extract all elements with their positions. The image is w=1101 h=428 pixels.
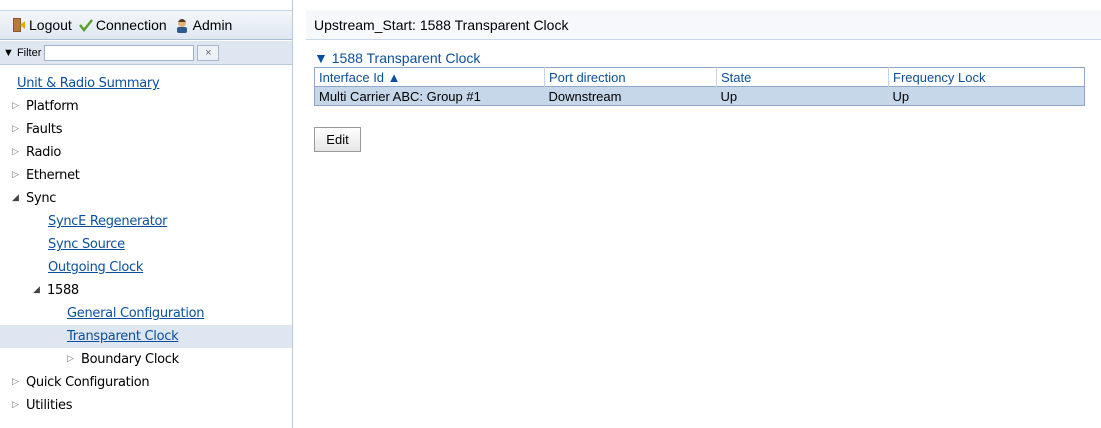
edit-button[interactable]: Edit bbox=[314, 127, 361, 152]
tree-item-transparent-clock[interactable]: Transparent Clock bbox=[0, 325, 292, 348]
tree-item-boundary-clock[interactable]: ▷ Boundary Clock bbox=[0, 348, 292, 371]
tree-link-unit-radio-summary[interactable]: Unit & Radio Summary bbox=[17, 76, 160, 91]
tree-label-platform: Platform bbox=[26, 99, 79, 114]
cell-port-direction: Downstream bbox=[544, 86, 717, 106]
tree-item-ethernet[interactable]: ▷ Ethernet bbox=[0, 164, 292, 187]
filter-toggle[interactable]: ▼ Filter bbox=[3, 47, 41, 59]
collapse-triangle-icon[interactable]: ◢ bbox=[12, 187, 19, 210]
cell-frequency-lock: Up bbox=[888, 86, 1085, 106]
tree-item-general-configuration[interactable]: General Configuration bbox=[0, 302, 292, 325]
tree-label-quick-configuration: Quick Configuration bbox=[26, 375, 150, 390]
tree-item-sync-source[interactable]: Sync Source bbox=[0, 233, 292, 256]
table-header-row: Interface Id ▲ Port direction State Freq… bbox=[314, 67, 1085, 87]
navigation-tree: Unit & Radio Summary ▷ Platform ▷ Faults ▷… bbox=[0, 72, 292, 417]
tree-label-faults: Faults bbox=[26, 122, 63, 137]
tree-label-utilities: Utilities bbox=[26, 398, 73, 413]
expand-triangle-icon[interactable]: ▷ bbox=[12, 164, 19, 187]
admin-label: Admin bbox=[192, 17, 233, 33]
admin-user-icon bbox=[176, 19, 187, 33]
tree-item-quick-configuration[interactable]: ▷ Quick Configuration bbox=[0, 371, 292, 394]
column-header-frequency-lock[interactable]: Frequency Lock bbox=[888, 67, 1085, 87]
tree-link-outgoing-clock[interactable]: Outgoing Clock bbox=[48, 260, 143, 275]
tree-item-outgoing-clock[interactable]: Outgoing Clock bbox=[0, 256, 292, 279]
logout-label: Logout bbox=[29, 17, 72, 33]
expand-triangle-icon[interactable]: ▷ bbox=[12, 141, 19, 164]
tree-item-utilities[interactable]: ▷ Utilities bbox=[0, 394, 292, 417]
expand-triangle-icon[interactable]: ▷ bbox=[12, 118, 19, 141]
column-header-port-direction[interactable]: Port direction bbox=[544, 67, 717, 87]
tree-link-sync-source[interactable]: Sync Source bbox=[48, 237, 125, 252]
page-title-bar: Upstream_Start: 1588 Transparent Clock bbox=[306, 10, 1101, 40]
tree-item-synce-regenerator[interactable]: SyncE Regenerator bbox=[0, 210, 292, 233]
connection-label: Connection bbox=[95, 17, 167, 33]
tree-link-general-configuration[interactable]: General Configuration bbox=[67, 306, 205, 321]
admin-button[interactable]: Admin bbox=[174, 17, 233, 33]
cell-interface-id: Multi Carrier ABC: Group #1 bbox=[314, 86, 545, 106]
expand-triangle-icon[interactable]: ▷ bbox=[12, 95, 19, 118]
expand-triangle-icon[interactable]: ▷ bbox=[12, 394, 19, 417]
tree-label-ethernet: Ethernet bbox=[26, 168, 80, 183]
table-row[interactable]: Multi Carrier ABC: Group #1 Downstream U… bbox=[314, 86, 1085, 106]
tree-item-faults[interactable]: ▷ Faults bbox=[0, 118, 292, 141]
tree-item-1588[interactable]: ◢ 1588 bbox=[0, 279, 292, 302]
tree-item-sync[interactable]: ◢ Sync bbox=[0, 187, 292, 210]
collapse-triangle-icon[interactable]: ◢ bbox=[33, 279, 40, 302]
connection-button[interactable]: Connection bbox=[78, 17, 167, 33]
filter-bar: ▼ Filter × bbox=[0, 41, 292, 65]
transparent-clock-table: Interface Id ▲ Port direction State Freq… bbox=[314, 67, 1085, 106]
tree-item-radio[interactable]: ▷ Radio bbox=[0, 141, 292, 164]
section-header-transparent-clock[interactable]: ▼ 1588 Transparent Clock bbox=[314, 50, 480, 66]
filter-input[interactable] bbox=[44, 44, 195, 61]
logout-icon bbox=[13, 18, 25, 32]
expand-triangle-icon[interactable]: ▷ bbox=[67, 348, 74, 371]
tree-link-synce-regenerator[interactable]: SyncE Regenerator bbox=[48, 214, 168, 229]
column-header-state[interactable]: State bbox=[716, 67, 889, 87]
tree-label-radio: Radio bbox=[26, 145, 62, 160]
tree-label-boundary-clock: Boundary Clock bbox=[81, 352, 179, 367]
expand-triangle-icon[interactable]: ▷ bbox=[12, 371, 19, 394]
logout-button[interactable]: Logout bbox=[12, 17, 72, 33]
tree-item-unit-radio-summary[interactable]: Unit & Radio Summary bbox=[0, 72, 292, 95]
column-header-interface-id[interactable]: Interface Id ▲ bbox=[314, 67, 545, 87]
cell-state: Up bbox=[716, 86, 889, 106]
tree-item-platform[interactable]: ▷ Platform bbox=[0, 95, 292, 118]
page-title: Upstream_Start: 1588 Transparent Clock bbox=[314, 16, 569, 33]
filter-clear-button[interactable]: × bbox=[197, 44, 220, 61]
tree-link-transparent-clock[interactable]: Transparent Clock bbox=[67, 329, 179, 344]
top-toolbar: Logout Connection Admin bbox=[0, 10, 292, 40]
checkmark-icon bbox=[78, 19, 93, 32]
navigation-panel: Logout Connection Admin ▼ Filter × Unit … bbox=[0, 0, 293, 428]
